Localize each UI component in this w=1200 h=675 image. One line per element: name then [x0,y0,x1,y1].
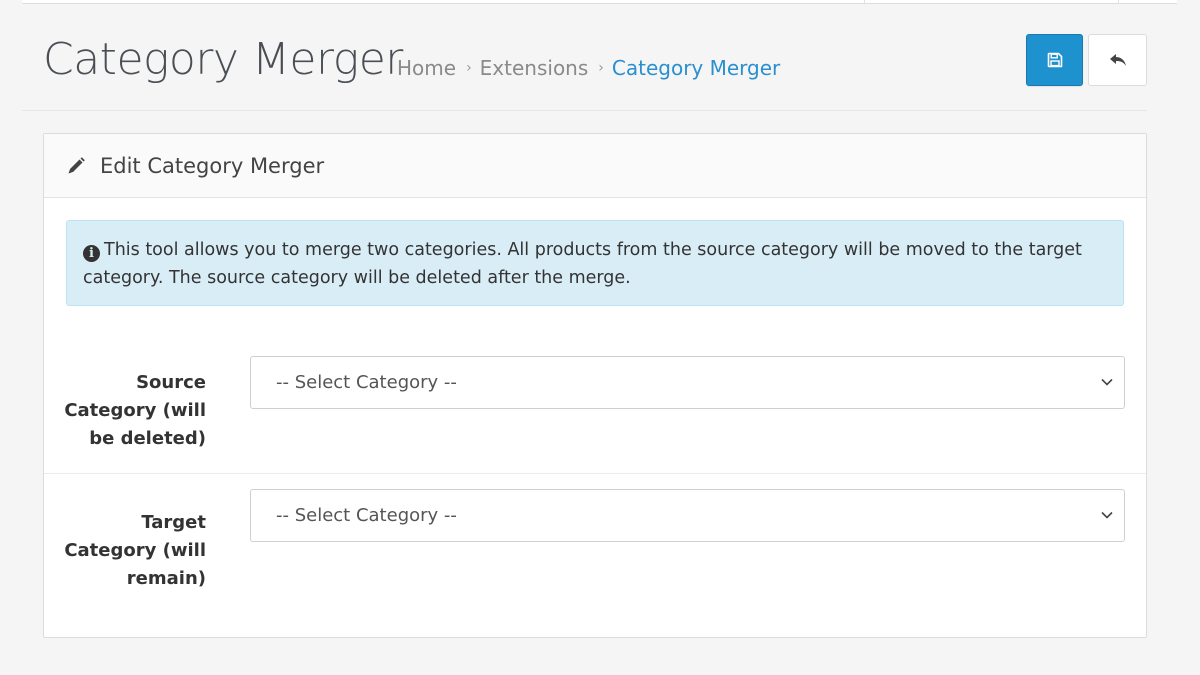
breadcrumb-separator: › [598,60,604,76]
target-category-select[interactable]: -- Select Category -- [250,489,1125,542]
pencil-icon [68,156,85,173]
breadcrumb: Home › Extensions › Category Merger [397,55,780,81]
header-divider [22,110,1147,111]
top-navbar [22,0,1177,4]
form-group-target: Target Category (will remain) -- Select … [44,474,1146,614]
form-group-source: Source Category (will be deleted) -- Sel… [44,342,1146,474]
alert-text: This tool allows you to merge two catego… [83,240,1082,288]
breadcrumb-extensions[interactable]: Extensions [480,55,589,81]
target-category-value: -- Select Category -- [276,505,457,526]
target-category-label: Target Category (will remain) [64,512,206,589]
breadcrumb-home[interactable]: Home [397,55,456,81]
edit-panel: Edit Category Merger i This tool allows y… [43,133,1147,638]
save-icon [1047,52,1062,68]
panel-title: Edit Category Merger [100,153,325,178]
info-alert: i This tool allows you to merge two categ… [66,220,1124,306]
page-title: Category Merger [43,34,403,85]
source-category-select[interactable]: -- Select Category -- [250,356,1125,409]
save-button[interactable] [1026,34,1083,86]
back-button[interactable] [1088,34,1147,86]
chevron-down-icon [1101,378,1113,386]
info-circle-icon: i [83,245,100,262]
breadcrumb-category-merger[interactable]: Category Merger [612,55,780,81]
navbar-divider [1118,0,1119,4]
navbar-divider [864,0,865,4]
chevron-down-icon [1101,511,1113,519]
source-category-label: Source Category (will be deleted) [64,372,206,449]
reply-icon [1109,54,1126,66]
source-category-value: -- Select Category -- [276,372,457,393]
panel-heading: Edit Category Merger [44,134,1146,198]
breadcrumb-separator: › [466,60,472,76]
